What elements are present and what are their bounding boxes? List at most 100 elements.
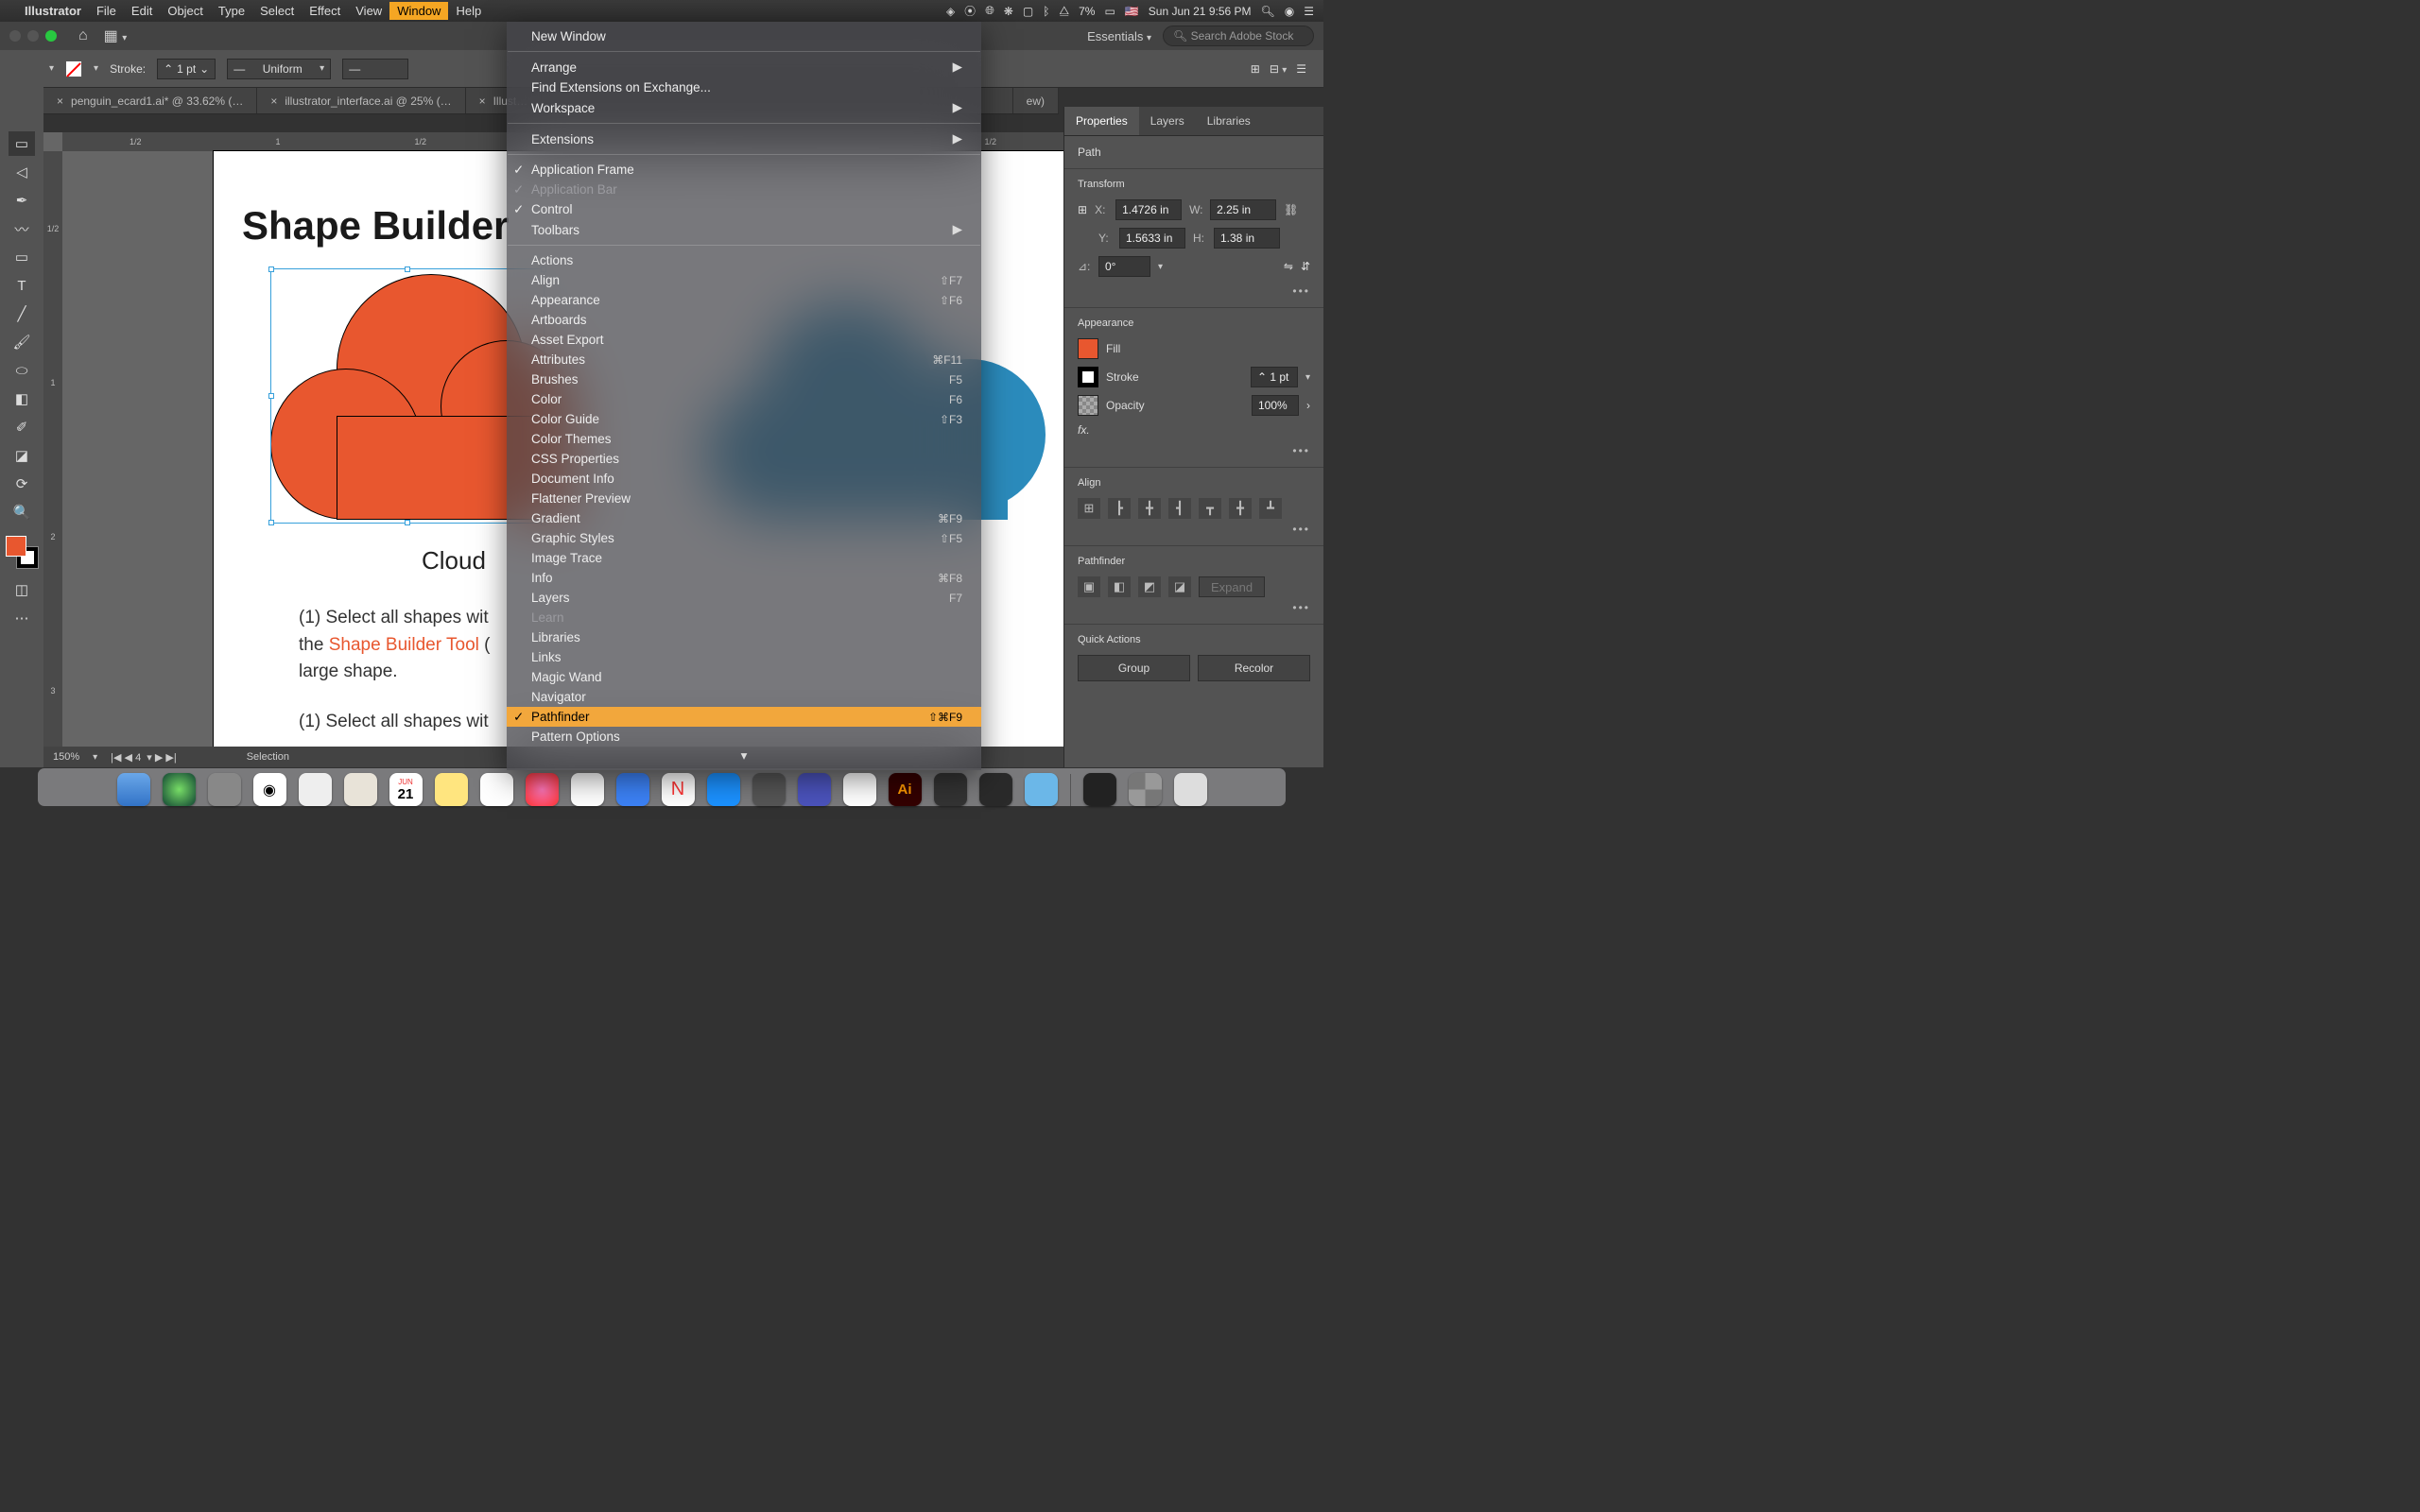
menu-item-control[interactable]: ✓Control [507, 199, 981, 219]
wifi-icon[interactable]: ⧋ [1059, 4, 1069, 18]
airplay-icon[interactable]: ▢ [1023, 5, 1033, 18]
dock-icon-mail[interactable] [299, 773, 332, 806]
menu-view[interactable]: View [355, 4, 382, 18]
dock-icon-illustrator[interactable]: Ai [889, 773, 922, 806]
menu-item-gradient[interactable]: Gradient⌘F9 [507, 508, 981, 528]
curvature-tool[interactable]: 〰 [9, 216, 35, 241]
dock-icon-photos[interactable] [526, 773, 559, 806]
menu-app[interactable]: Illustrator [25, 4, 81, 18]
menu-item-navigator[interactable]: Navigator [507, 687, 981, 707]
menu-help[interactable]: Help [456, 4, 481, 18]
angle-input[interactable]: 0° [1098, 256, 1150, 277]
dock-icon-calendar[interactable]: JUN21 [389, 773, 423, 806]
dock-icon-maps[interactable] [480, 773, 513, 806]
dock-icon-numbers[interactable] [571, 773, 604, 806]
menu-item-arrange[interactable]: Arrange▶ [507, 57, 981, 77]
tab-properties[interactable]: Properties [1064, 107, 1139, 135]
direct-selection-tool[interactable]: ◁ [9, 160, 35, 184]
zoom-window-button[interactable] [45, 30, 57, 42]
rotate-tool[interactable]: ⟳ [9, 472, 35, 496]
menu-object[interactable]: Object [167, 4, 203, 18]
align-vcenter-icon[interactable]: ╋ [1229, 498, 1252, 519]
align-hcenter-icon[interactable]: ╋ [1138, 498, 1161, 519]
w-input[interactable]: 2.25 in [1210, 199, 1276, 220]
dock-icon-contacts[interactable] [344, 773, 377, 806]
opacity-field[interactable]: 100% [1252, 395, 1299, 416]
stroke-weight-input[interactable]: ⌃ 1 pt ⌄ [157, 59, 216, 79]
doc-tab[interactable]: ew) [1012, 88, 1059, 113]
dock-icon-zoom[interactable] [616, 773, 649, 806]
dock-icon-teams[interactable] [798, 773, 831, 806]
record-icon[interactable]: ⦿ [964, 3, 976, 19]
dock-icon-app1[interactable] [934, 773, 967, 806]
zoom-level[interactable]: 150% [53, 751, 79, 763]
zoom-tool[interactable]: 🔍 [9, 500, 35, 524]
menu-item-links[interactable]: Links [507, 647, 981, 667]
dock-icon-finder[interactable] [117, 773, 150, 806]
intersect-icon[interactable]: ◩ [1138, 576, 1161, 597]
stroke-color-swatch[interactable] [1078, 367, 1098, 387]
transform-panel-icon[interactable]: ⊟ ▾ [1270, 62, 1287, 76]
fx-icon[interactable]: fx. [1078, 423, 1090, 437]
arrange-docs-icon[interactable]: ▦ ▾ [104, 26, 128, 45]
dock-icon-settings[interactable] [752, 773, 786, 806]
dock-icon-siri[interactable] [163, 773, 196, 806]
menu-effect[interactable]: Effect [309, 4, 340, 18]
menu-item-color-themes[interactable]: Color Themes [507, 429, 981, 449]
line-tool[interactable]: ╱ [9, 301, 35, 326]
menu-item-flattener-preview[interactable]: Flattener Preview [507, 489, 981, 508]
home-icon[interactable]: ⌂ [78, 27, 88, 44]
shield-icon[interactable]: ◈ [946, 5, 955, 18]
minimize-window-button[interactable] [27, 30, 39, 42]
menu-item-appearance[interactable]: Appearance⇧F6 [507, 290, 981, 310]
h-input[interactable]: 1.38 in [1214, 228, 1280, 249]
align-to-icon[interactable]: ⊞ [1078, 498, 1100, 519]
align-top-icon[interactable]: ┳ [1199, 498, 1221, 519]
flip-v-icon[interactable]: ⇵ [1301, 260, 1310, 273]
exclude-icon[interactable]: ◪ [1168, 576, 1191, 597]
menu-item-info[interactable]: Info⌘F8 [507, 568, 981, 588]
menu-item-magic-wand[interactable]: Magic Wand [507, 667, 981, 687]
close-tab-icon[interactable]: × [57, 94, 63, 108]
menu-item-asset-export[interactable]: Asset Export [507, 330, 981, 350]
menu-item-toolbars[interactable]: Toolbars▶ [507, 219, 981, 240]
menu-item-workspace[interactable]: Workspace▶ [507, 97, 981, 118]
group-button[interactable]: Group [1078, 655, 1190, 681]
eraser-tool[interactable]: ◪ [9, 443, 35, 468]
dock-icon-trash[interactable] [1174, 773, 1207, 806]
menu-edit[interactable]: Edit [131, 4, 152, 18]
menu-item-attributes[interactable]: Attributes⌘F11 [507, 350, 981, 369]
siri-icon[interactable]: ◉ [1285, 5, 1294, 18]
shape-builder-tool[interactable]: ⬭ [9, 358, 35, 383]
stroke-swatch[interactable] [65, 60, 82, 77]
menu-extras-icon[interactable]: ☰ [1304, 5, 1314, 18]
type-tool[interactable]: T [9, 273, 35, 298]
x-input[interactable]: 1.4726 in [1115, 199, 1182, 220]
menu-item-css-properties[interactable]: CSS Properties [507, 449, 981, 469]
menu-item-brushes[interactable]: BrushesF5 [507, 369, 981, 389]
menu-window[interactable]: Window [389, 2, 448, 20]
menu-item-image-trace[interactable]: Image Trace [507, 548, 981, 568]
dock-icon-notes[interactable] [435, 773, 468, 806]
align-right-icon[interactable]: ┫ [1168, 498, 1191, 519]
align-panel-icon[interactable]: ⊞ [1251, 62, 1260, 76]
dock-icon-launchpad[interactable] [208, 773, 241, 806]
menu-item-artboards[interactable]: Artboards [507, 310, 981, 330]
menu-item-pattern-options[interactable]: Pattern Options [507, 727, 981, 747]
more-options-icon[interactable]: ••• [1078, 444, 1310, 457]
selection-tool[interactable]: ▭ [9, 131, 35, 156]
unite-icon[interactable]: ▣ [1078, 576, 1100, 597]
clock[interactable]: Sun Jun 21 9:56 PM [1149, 5, 1252, 18]
panel-menu-icon[interactable]: ☰ [1296, 62, 1306, 76]
flag-icon[interactable]: 🇺🇸 [1125, 5, 1139, 18]
more-options-icon[interactable]: ••• [1078, 601, 1310, 614]
battery-icon[interactable]: ▭ [1104, 5, 1115, 18]
tab-layers[interactable]: Layers [1139, 107, 1196, 135]
menu-item-actions[interactable]: Actions [507, 250, 981, 270]
draw-mode-icon[interactable]: ◫ [9, 577, 35, 602]
more-options-icon[interactable]: ••• [1078, 523, 1310, 536]
menu-type[interactable]: Type [218, 4, 245, 18]
menu-item-graphic-styles[interactable]: Graphic Styles⇧F5 [507, 528, 981, 548]
eyedropper-tool[interactable]: ✐ [9, 415, 35, 439]
opacity-swatch[interactable] [1078, 395, 1098, 416]
